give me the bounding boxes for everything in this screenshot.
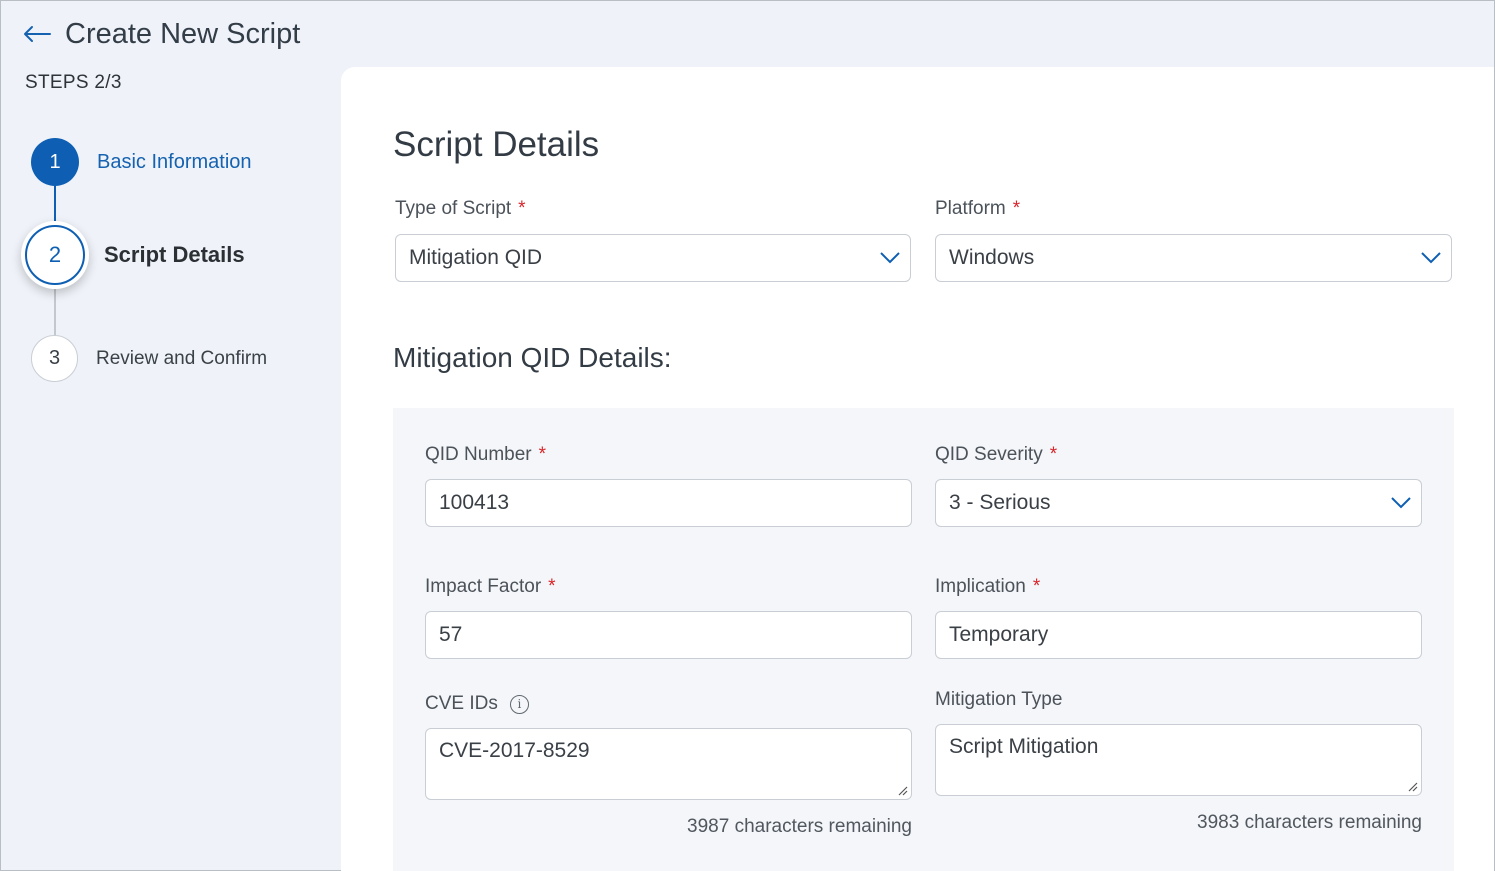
mitigation-type-label: Mitigation Type (935, 689, 1062, 711)
step-script-details[interactable]: 2 Script Details (25, 225, 245, 285)
input-value: Temporary (949, 623, 1049, 646)
steps-counter: STEPS 2/3 (25, 72, 122, 93)
back-button[interactable] (21, 18, 53, 50)
label-text: Mitigation Type (935, 689, 1063, 710)
label-text: Impact Factor (425, 576, 542, 597)
label-text: Implication (935, 576, 1026, 597)
step-connector (54, 185, 56, 227)
mitigation-details-heading: Mitigation QID Details: (393, 342, 672, 373)
info-icon[interactable]: i (509, 694, 529, 714)
chevron-down-icon (1421, 252, 1441, 264)
platform-select[interactable]: Windows (935, 234, 1452, 282)
required-asterisk: * (1049, 444, 1058, 465)
required-asterisk: * (538, 444, 547, 465)
chevron-down-icon (1391, 497, 1411, 509)
type-of-script-select[interactable]: Mitigation QID (395, 234, 911, 282)
label-text: CVE IDs (425, 693, 498, 714)
select-value: Mitigation QID (409, 246, 543, 269)
select-value: Windows (949, 246, 1035, 269)
required-asterisk: * (518, 198, 526, 219)
input-value: 57 (439, 623, 463, 646)
qid-severity-select[interactable]: 3 - Serious (935, 479, 1422, 527)
main-content: Script Details Type of Script * Mitigati… (341, 67, 1494, 871)
step-label: Basic Information (97, 150, 252, 173)
required-asterisk: * (1032, 576, 1041, 597)
cve-ids-textarea[interactable]: CVE-2017-8529 (425, 728, 912, 800)
page-title: Create New Script (65, 17, 301, 50)
qid-number-label: QID Number * (425, 444, 546, 466)
section-title: Script Details (393, 125, 600, 164)
input-value: 100413 (439, 491, 510, 514)
impact-factor-input[interactable]: 57 (425, 611, 912, 659)
required-asterisk: * (548, 576, 556, 597)
textarea-value: CVE-2017-8529 (439, 739, 590, 762)
arrow-left-icon (24, 26, 51, 42)
mitigation-details-panel: QID Number * 100413 QID Severity * 3 - S… (393, 408, 1454, 871)
step-basic-information[interactable]: 1 Basic Information (31, 138, 252, 186)
qid-number-input[interactable]: 100413 (425, 479, 912, 527)
stepper-sidebar: STEPS 2/3 1 Basic Information 2 Script D… (1, 67, 341, 871)
mitigation-type-char-counter: 3983 characters remaining (1197, 812, 1422, 833)
platform-label: Platform * (935, 198, 1020, 220)
label-text: QID Number (425, 444, 532, 465)
label-text: QID Severity (935, 444, 1043, 465)
label-text: Platform (935, 198, 1006, 219)
impact-factor-label: Impact Factor * (425, 576, 556, 598)
implication-label: Implication * (935, 576, 1040, 598)
type-of-script-label: Type of Script * (395, 198, 526, 220)
step-connector (54, 285, 56, 337)
step-number-badge: 1 (31, 138, 79, 186)
mitigation-type-textarea[interactable]: Script Mitigation (935, 724, 1422, 796)
step-number-badge: 3 (31, 335, 78, 382)
step-label: Script Details (104, 242, 245, 267)
resize-handle-icon[interactable] (897, 785, 908, 796)
textarea-value: Script Mitigation (949, 735, 1099, 758)
cve-ids-label: CVE IDs i (425, 693, 529, 715)
step-number-badge: 2 (25, 225, 85, 285)
step-label: Review and Confirm (96, 347, 268, 369)
select-value: 3 - Serious (949, 491, 1051, 514)
required-asterisk: * (1012, 198, 1021, 219)
page-header: Create New Script (1, 1, 1494, 67)
chevron-down-icon (880, 252, 900, 264)
qid-severity-label: QID Severity * (935, 444, 1057, 466)
label-text: Type of Script (395, 198, 512, 219)
implication-input[interactable]: Temporary (935, 611, 1422, 659)
cve-ids-char-counter: 3987 characters remaining (687, 816, 912, 837)
step-review-and-confirm[interactable]: 3 Review and Confirm (31, 335, 267, 382)
resize-handle-icon[interactable] (1407, 781, 1418, 792)
